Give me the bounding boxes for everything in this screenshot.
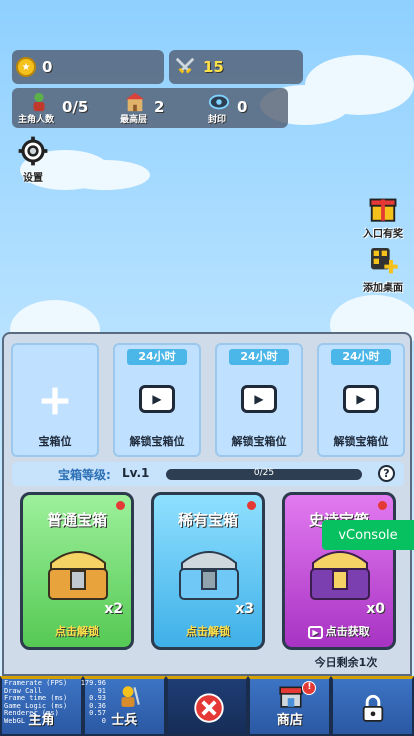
chest-action: 点击解锁 xyxy=(186,625,230,638)
chest-level-bar: 宝箱等级: Lv.1 0/25 ? xyxy=(12,462,404,486)
chest-count: x3 xyxy=(235,601,254,617)
nav-close[interactable] xyxy=(165,676,249,736)
chest-count: x0 xyxy=(366,601,385,617)
chest-count: x2 xyxy=(104,601,123,617)
coin-icon: ★ xyxy=(16,57,36,77)
chest-action: 点击解锁 xyxy=(55,625,99,638)
shop-alert-icon: ! xyxy=(302,681,317,695)
gear-icon xyxy=(18,136,48,166)
debug-key: WebGL xyxy=(4,716,26,725)
settings-button[interactable]: 设置 xyxy=(14,136,52,184)
add-desktop-button[interactable]: 添加桌面 xyxy=(356,244,410,294)
seal-value: 0 xyxy=(237,98,248,116)
rare-chest-card[interactable]: 稀有宝箱 x3 点击解锁 xyxy=(151,492,265,650)
seal-icon xyxy=(208,94,230,110)
chest-title: 稀有宝箱 xyxy=(177,511,238,529)
floor-label: 最高层 xyxy=(120,115,148,125)
level-progress-track: 0/25 xyxy=(166,468,362,480)
nav-shop[interactable]: ! 商店 xyxy=(248,676,332,736)
video-ad-icon: ▶ xyxy=(139,385,175,413)
common-chest-card[interactable]: 普通宝箱 x2 点击解锁 xyxy=(20,492,134,650)
video-ad-icon: ▶ xyxy=(343,385,379,413)
settings-label: 设置 xyxy=(23,173,43,184)
entry-reward-label: 入口有奖 xyxy=(363,229,403,240)
locked-slot[interactable]: 24小时 ▶ 解锁宝箱位 xyxy=(113,343,201,457)
chest-action-label: 点击获取 xyxy=(325,625,370,638)
video-ad-icon: ▶ xyxy=(241,385,277,413)
entry-reward-button[interactable]: 入口有奖 xyxy=(356,192,410,240)
progress-stats: 主角人数 0/5 最高层 2 封印 0 xyxy=(12,88,288,128)
coin-counter: ★ 0 xyxy=(12,50,164,84)
seal-label: 封印 xyxy=(208,115,227,125)
video-ad-icon: ▶ xyxy=(308,626,323,639)
add-desktop-icon xyxy=(371,248,398,274)
nav-locked[interactable] xyxy=(331,676,414,736)
vconsole-button[interactable]: vConsole xyxy=(322,520,414,550)
gift-icon xyxy=(369,198,397,222)
plus-icon xyxy=(41,387,69,415)
heroes-label: 主角人数 xyxy=(18,115,55,125)
hero-icon xyxy=(33,92,45,112)
common-chest-icon xyxy=(48,551,108,600)
add-desktop-label: 添加桌面 xyxy=(363,283,403,294)
heroes-value: 0/5 xyxy=(62,98,89,116)
epic-chest-card[interactable]: 史诗宝箱 x0 ▶点击获取 xyxy=(282,492,396,650)
coin-value: 0 xyxy=(42,58,53,76)
epic-chest-icon xyxy=(310,551,370,600)
debug-row: WebGL 0 xyxy=(4,716,106,726)
crossed-swords-icon xyxy=(175,57,195,74)
debug-value: 0 xyxy=(101,716,106,725)
slot-timer: 24小时 xyxy=(331,349,391,365)
close-icon xyxy=(193,693,224,723)
slot-timer: 24小时 xyxy=(229,349,289,365)
rare-chest-icon xyxy=(179,551,239,600)
nav-label: 商店 xyxy=(276,713,303,728)
locked-slot[interactable]: 24小时 ▶ 解锁宝箱位 xyxy=(317,343,405,457)
daily-remaining: 今日剩余1次 xyxy=(314,656,378,669)
cloud xyxy=(60,160,150,190)
chest-level-value: Lv.1 xyxy=(122,466,150,480)
level-progress-text: 0/25 xyxy=(253,468,275,478)
slot-timer: 24小时 xyxy=(127,349,187,365)
sword-counter: 15 xyxy=(169,50,303,84)
slot-label: 宝箱位 xyxy=(38,435,72,448)
locked-slot[interactable]: 24小时 ▶ 解锁宝箱位 xyxy=(215,343,303,457)
debug-stats: Framerate (FPS) 179.96 Draw Call 91 Frame … xyxy=(4,679,106,726)
chest-slot[interactable]: 宝箱位 xyxy=(11,343,99,457)
chest-action: ▶ 点击获取 xyxy=(285,623,393,639)
soldier-icon xyxy=(121,686,140,707)
slot-label: 解锁宝箱位 xyxy=(333,435,389,448)
chest-level-label: 宝箱等级: xyxy=(58,468,111,482)
help-icon[interactable]: ? xyxy=(378,465,395,482)
floor-value: 2 xyxy=(154,98,165,116)
chest-panel: 宝箱位 24小时 ▶ 解锁宝箱位 24小时 ▶ 解锁宝箱位 24小时 ▶ 解锁宝… xyxy=(2,332,412,676)
lock-icon xyxy=(362,694,384,722)
slot-label: 解锁宝箱位 xyxy=(129,435,185,448)
chest-title: 普通宝箱 xyxy=(46,511,107,529)
castle-icon xyxy=(125,92,145,112)
sword-value: 15 xyxy=(203,58,224,76)
slot-label: 解锁宝箱位 xyxy=(231,435,287,448)
